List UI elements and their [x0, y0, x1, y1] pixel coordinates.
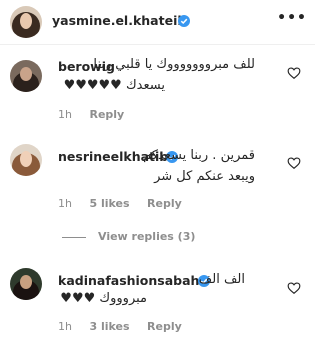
- reply-button[interactable]: Reply: [147, 320, 182, 333]
- comment-text: للف مبروووووووك يا قلبي ربنا: [93, 57, 255, 72]
- avatar[interactable]: [10, 268, 42, 300]
- comment-item: nesrineelkhatib قمرين . ربنا يسعدكم ويبع…: [0, 144, 315, 244]
- comment-username[interactable]: kadinafashionsabah: [58, 273, 199, 288]
- more-options-icon[interactable]: •••: [277, 10, 307, 26]
- comment-meta: 1h Reply: [58, 108, 138, 121]
- post-header: yasmine.el.khateib •••: [0, 0, 315, 45]
- divider-line: [62, 236, 86, 238]
- comment-item: berowig للف مبروووووووك يا قلبي ربنا يسع…: [0, 56, 315, 126]
- comment-text: مبروووك ♥♥♥: [60, 291, 147, 306]
- comment-meta: 1h 3 likes Reply: [58, 320, 196, 333]
- header-username[interactable]: yasmine.el.khateib: [52, 13, 186, 28]
- heart-outline-icon[interactable]: [287, 156, 301, 170]
- reply-button[interactable]: Reply: [147, 197, 182, 210]
- comment-text: يسعدك ♥♥♥♥♥: [63, 78, 165, 93]
- comment-time: 1h: [58, 320, 72, 333]
- avatar[interactable]: [10, 60, 42, 92]
- view-replies-label: View replies (3): [98, 230, 196, 243]
- verified-badge-icon: [178, 15, 190, 27]
- reply-button[interactable]: Reply: [89, 108, 124, 121]
- comment-item: kadinafashionsabah الف الف مبروووك ♥♥♥ 1…: [0, 266, 315, 340]
- comment-text: الف الف: [198, 272, 245, 287]
- avatar[interactable]: [10, 6, 42, 38]
- heart-outline-icon[interactable]: [287, 281, 301, 295]
- likes-count[interactable]: 5 likes: [89, 197, 129, 210]
- view-replies-button[interactable]: View replies (3): [62, 230, 195, 243]
- comment-text: ويبعد عنكم كل شر: [154, 169, 255, 184]
- comment-time: 1h: [58, 108, 72, 121]
- avatar[interactable]: [10, 144, 42, 176]
- heart-outline-icon[interactable]: [287, 66, 301, 80]
- likes-count[interactable]: 3 likes: [89, 320, 129, 333]
- comment-text: قمرين . ربنا يسعدكم: [143, 148, 255, 163]
- comment-meta: 1h 5 likes Reply: [58, 197, 196, 210]
- comment-time: 1h: [58, 197, 72, 210]
